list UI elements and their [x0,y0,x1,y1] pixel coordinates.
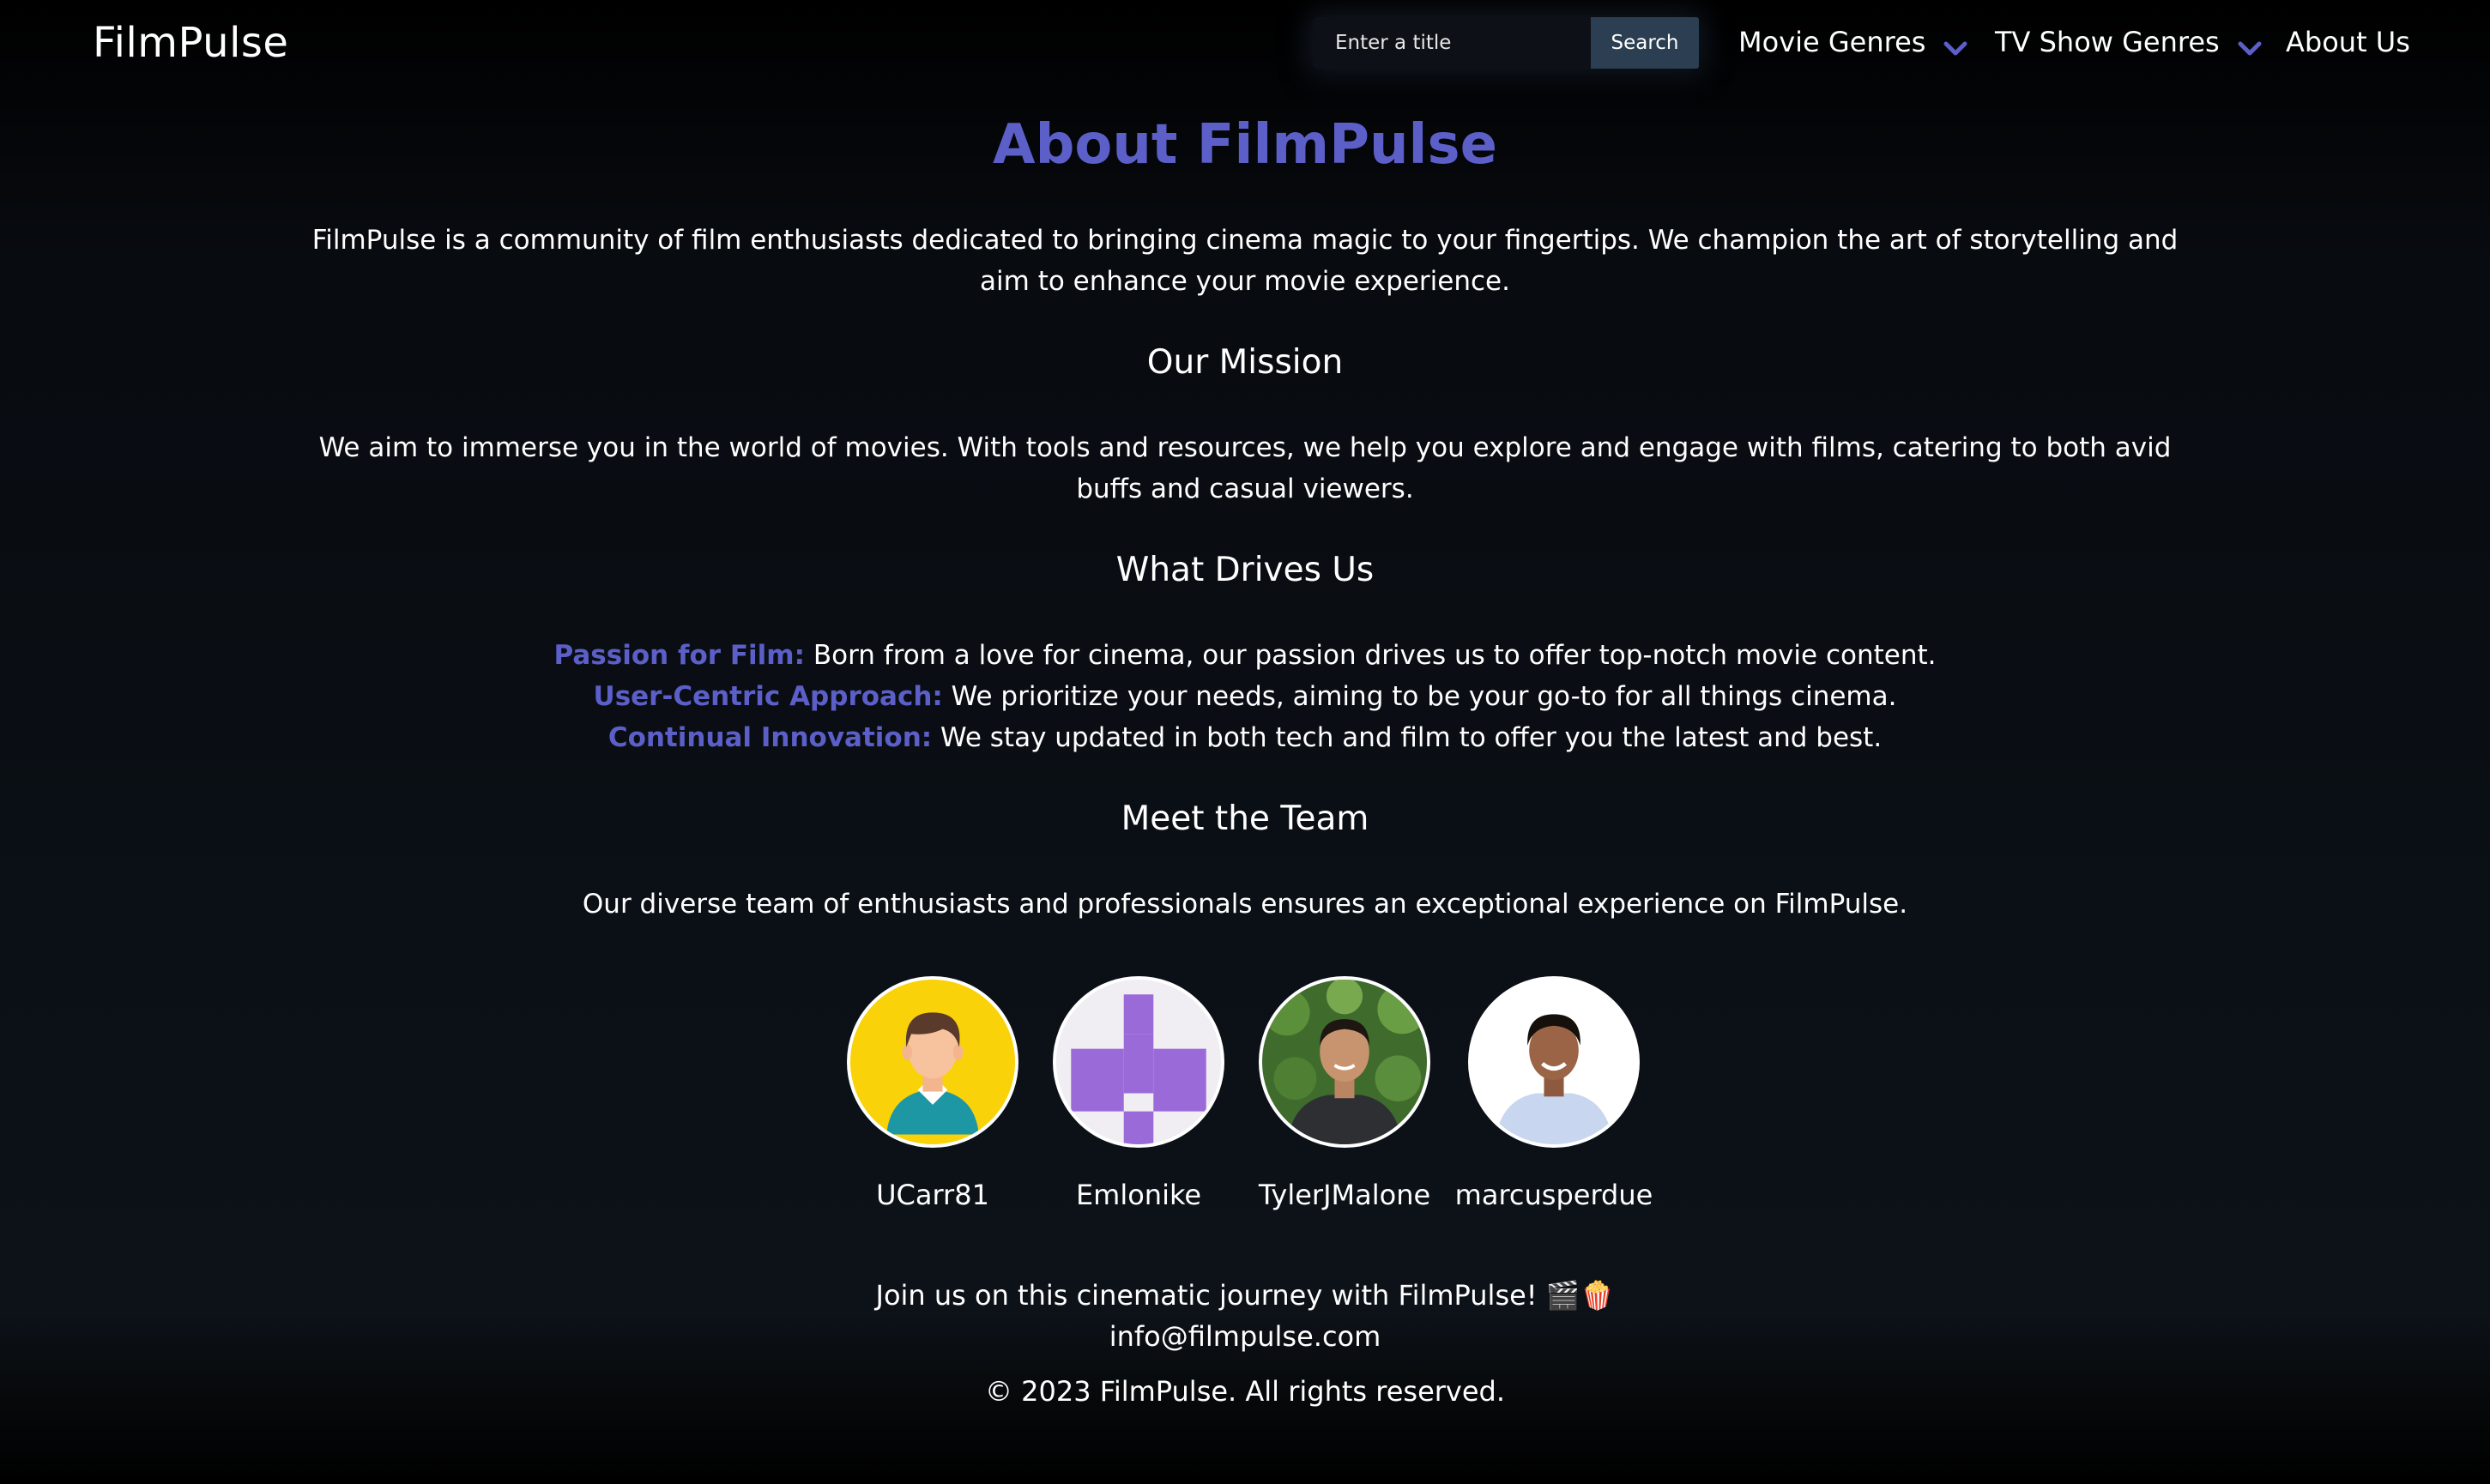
footer-email[interactable]: info@filmpulse.com [0,1316,2490,1357]
member-name: UCarr81 [876,1179,989,1211]
top-navbar: FilmPulse Search Movie Genres TV Show Ge… [0,0,2490,89]
mission-paragraph: We aim to immerse you in the world of mo… [318,432,2172,504]
drive-text: Born from a love for cinema, our passion… [805,640,1937,671]
search-button[interactable]: Search [1591,17,1699,69]
drive-label: User-Centric Approach: [593,681,943,712]
drives-list: Passion for Film: Born from a love for c… [0,635,2490,758]
drive-label: Continual Innovation: [607,722,933,753]
team-member-card[interactable]: marcusperdue [1451,976,1657,1211]
mission-heading: Our Mission [1146,343,1344,382]
member-name: Emlonike [1075,1179,1202,1211]
chevron-down-icon [2237,33,2263,56]
avatar[interactable] [847,976,1018,1148]
team-member-card[interactable]: Emlonike [1036,976,1242,1211]
avatar[interactable] [1053,976,1224,1148]
person-photo-icon [1472,980,1636,1144]
drive-text: We stay updated in both tech and film to… [932,722,1883,753]
movie-genres-dropdown[interactable]: Movie Genres [1738,26,1968,58]
drive-text: We prioritize your needs, aiming to be y… [942,681,1897,712]
page-title: About FilmPulse [993,113,1497,177]
about-us-label: About Us [2286,26,2410,58]
tv-genres-dropdown[interactable]: TV Show Genres [1995,26,2263,58]
search-form: Search [1313,17,1699,69]
intro-paragraph: FilmPulse is a community of film enthusi… [311,225,2179,297]
search-input[interactable] [1313,17,1591,69]
about-us-link[interactable]: About Us [2286,26,2410,58]
footer-join-text: Join us on this cinematic journey with F… [875,1279,1615,1312]
drive-item: Passion for Film: Born from a love for c… [0,635,2490,676]
person-photo-icon [1262,980,1427,1144]
purple-cross-identicon-avatar-icon [1056,980,1221,1144]
movie-genres-label: Movie Genres [1738,26,1926,58]
avatar[interactable] [1259,976,1430,1148]
team-paragraph: Our diverse team of enthusiasts and prof… [582,889,1908,920]
tv-genres-label: TV Show Genres [1995,26,2220,58]
team-member-card[interactable]: TylerJMalone [1242,976,1447,1211]
brand-logo[interactable]: FilmPulse [93,19,288,67]
drive-label: Passion for Film: [553,640,806,671]
drives-heading: What Drives Us [1115,551,1375,589]
chevron-down-icon [1943,33,1968,56]
cartoon-person-avatar-icon [850,980,1015,1144]
footer-copyright: © 2023 FilmPulse. All rights reserved. [984,1375,1506,1408]
member-name: TylerJMalone [1258,1179,1431,1211]
drive-item: User-Centric Approach: We prioritize you… [0,676,2490,717]
drive-item: Continual Innovation: We stay updated in… [0,717,2490,758]
avatar[interactable] [1468,976,1640,1148]
team-heading: Meet the Team [1121,799,1369,838]
member-name: marcusperdue [1454,1179,1653,1211]
team-member-card[interactable]: UCarr81 [830,976,1036,1211]
